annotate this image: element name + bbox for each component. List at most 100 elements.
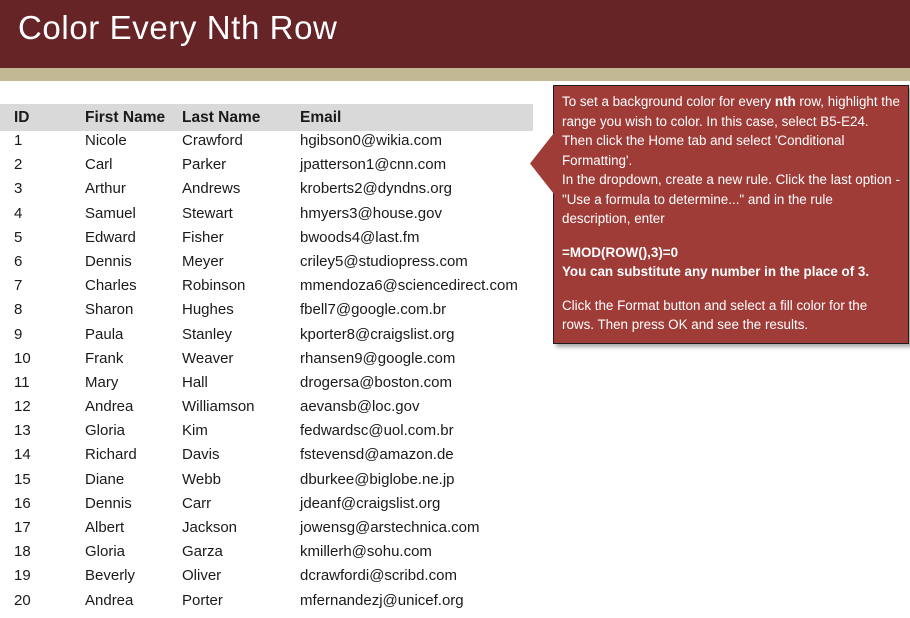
column-header-email: Email bbox=[300, 109, 342, 126]
cell-id: 7 bbox=[14, 277, 23, 295]
cell-last-name: Stanley bbox=[182, 325, 233, 343]
cell-email: hmyers3@house.gov bbox=[300, 204, 442, 222]
cell-id: 2 bbox=[14, 156, 23, 174]
cell-last-name: Fisher bbox=[182, 228, 224, 246]
cell-first-name: Frank bbox=[85, 349, 124, 367]
table-row: 5 Edward Fisher bwoods4@last.fm bbox=[0, 228, 533, 252]
cell-id: 1 bbox=[14, 132, 23, 149]
cell-email: fstevensd@amazon.de bbox=[300, 446, 454, 464]
cell-email: dcrawfordi@scribd.com bbox=[300, 567, 457, 585]
cell-email: kroberts2@dyndns.org bbox=[300, 180, 452, 198]
cell-last-name: Porter bbox=[182, 591, 223, 609]
table-row: 12 Andrea Williamson aevansb@loc.gov bbox=[0, 397, 533, 421]
cell-first-name: Andrea bbox=[85, 398, 134, 416]
cell-id: 19 bbox=[14, 567, 31, 585]
cell-first-name: Diane bbox=[85, 470, 125, 488]
callout-paragraph-1: To set a background color for every nth … bbox=[562, 92, 900, 170]
cell-id: 18 bbox=[14, 543, 31, 561]
callout-p1-bold: nth bbox=[774, 94, 796, 109]
cell-first-name: Sharon bbox=[85, 301, 134, 319]
cell-last-name: Andrews bbox=[182, 180, 241, 198]
cell-first-name: Dennis bbox=[85, 494, 132, 512]
cell-email: jdeanf@craigslist.org bbox=[300, 494, 441, 512]
cell-first-name: Arthur bbox=[85, 180, 126, 198]
column-header-id: ID bbox=[14, 109, 30, 126]
table-row: 1 Nicole Crawford hgibson0@wikia.com bbox=[0, 131, 533, 155]
cell-first-name: Samuel bbox=[85, 204, 136, 222]
instruction-callout: To set a background color for every nth … bbox=[553, 85, 909, 344]
table-row: 8 Sharon Hughes fbell7@google.com.br bbox=[0, 300, 533, 324]
cell-first-name: Gloria bbox=[85, 422, 126, 440]
cell-last-name: Garza bbox=[182, 543, 223, 561]
cell-email: rhansen9@google.com bbox=[300, 349, 456, 367]
cell-email: kmillerh@sohu.com bbox=[300, 543, 432, 561]
title-banner: Color Every Nth Row bbox=[0, 0, 910, 68]
title-accent-stripe bbox=[0, 68, 910, 81]
cell-id: 9 bbox=[14, 325, 23, 343]
table-row: 7 Charles Robinson mmendoza6@sciencedirect.… bbox=[0, 276, 533, 300]
table-row: 19 Beverly Oliver dcrawfordi@scribd.com bbox=[0, 566, 533, 590]
page-title: Color Every Nth Row bbox=[18, 9, 338, 46]
cell-first-name: Andrea bbox=[85, 591, 134, 609]
callout-p1-part-a: To set a background color for every bbox=[562, 94, 775, 109]
cell-first-name: Nicole bbox=[85, 132, 127, 149]
table-row: 6 Dennis Meyer criley5@studiopress.com bbox=[0, 252, 533, 276]
table-row: 15 Diane Webb dburkee@biglobe.ne.jp bbox=[0, 470, 533, 494]
cell-id: 14 bbox=[14, 446, 31, 464]
cell-id: 17 bbox=[14, 519, 31, 536]
cell-last-name: Oliver bbox=[182, 567, 222, 585]
cell-email: fbell7@google.com.br bbox=[300, 301, 447, 319]
table-body: 1 Nicole Crawford hgibson0@wikia.com 2 Carl Pa… bbox=[0, 131, 533, 615]
cell-first-name: Dennis bbox=[85, 252, 132, 270]
cell-id: 6 bbox=[14, 252, 23, 270]
table-row: 2 Carl Parker jpatterson1@cnn.com bbox=[0, 155, 533, 179]
cell-id: 20 bbox=[14, 591, 31, 609]
cell-first-name: Beverly bbox=[85, 567, 136, 585]
table-row: 13 Gloria Kim fedwardsc@uol.com.br bbox=[0, 421, 533, 445]
table-row: 4 Samuel Stewart hmyers3@house.gov bbox=[0, 204, 533, 228]
table-row: 14 Richard Davis fstevensd@amazon.de bbox=[0, 445, 533, 469]
cell-email: hgibson0@wikia.com bbox=[300, 132, 442, 149]
cell-last-name: Carr bbox=[182, 494, 212, 512]
cell-email: jpatterson1@cnn.com bbox=[300, 156, 447, 174]
cell-email: mfernandezj@unicef.org bbox=[300, 591, 464, 609]
cell-last-name: Williamson bbox=[182, 398, 255, 416]
table-row: 16 Dennis Carr jdeanf@craigslist.org bbox=[0, 494, 533, 518]
cell-id: 12 bbox=[14, 398, 31, 416]
callout-spacer-1 bbox=[562, 229, 900, 243]
cell-first-name: Gloria bbox=[85, 543, 126, 561]
callout-pointer-icon bbox=[530, 133, 554, 194]
table-row: 17 Albert Jackson jowensg@arstechnica.com bbox=[0, 518, 533, 542]
callout-paragraph-3: Click the Format button and select a fil… bbox=[562, 297, 868, 333]
cell-email: dburkee@biglobe.ne.jp bbox=[300, 470, 455, 488]
cell-email: fedwardsc@uol.com.br bbox=[300, 422, 454, 440]
table-row: 18 Gloria Garza kmillerh@sohu.com bbox=[0, 542, 533, 566]
cell-id: 16 bbox=[14, 494, 31, 512]
table-row: 3 Arthur Andrews kroberts2@dyndns.org bbox=[0, 179, 533, 203]
table-row: 10 Frank Weaver rhansen9@google.com bbox=[0, 349, 533, 373]
cell-last-name: Meyer bbox=[182, 252, 224, 270]
cell-last-name: Jackson bbox=[182, 519, 238, 536]
cell-first-name: Mary bbox=[85, 373, 119, 391]
data-table: ID First Name Last Name Email 1 Nicole Cra… bbox=[0, 104, 533, 615]
table-row: 11 Mary Hall drogersa@boston.com bbox=[0, 373, 533, 397]
cell-last-name: Hughes bbox=[182, 301, 234, 319]
cell-first-name: Paula bbox=[85, 325, 124, 343]
cell-email: aevansb@loc.gov bbox=[300, 398, 420, 416]
table-header-row: ID First Name Last Name Email bbox=[0, 104, 533, 131]
cell-id: 15 bbox=[14, 470, 31, 488]
column-header-first-name: First Name bbox=[85, 109, 166, 126]
cell-first-name: Albert bbox=[85, 519, 125, 536]
cell-last-name: Webb bbox=[182, 470, 221, 488]
cell-last-name: Stewart bbox=[182, 204, 233, 222]
callout-formula-note: You can substitute any number in the pla… bbox=[562, 264, 870, 279]
callout-spacer-2 bbox=[562, 282, 900, 296]
cell-email: mmendoza6@sciencedirect.com bbox=[300, 277, 518, 295]
callout-body: To set a background color for every nth … bbox=[562, 92, 900, 335]
callout-paragraph-2: In the dropdown, create a new rule. Clic… bbox=[562, 172, 900, 226]
cell-id: 11 bbox=[14, 373, 30, 391]
cell-last-name: Kim bbox=[182, 422, 208, 440]
cell-email: bwoods4@last.fm bbox=[300, 228, 420, 246]
cell-first-name: Richard bbox=[85, 446, 137, 464]
cell-email: criley5@studiopress.com bbox=[300, 252, 468, 270]
